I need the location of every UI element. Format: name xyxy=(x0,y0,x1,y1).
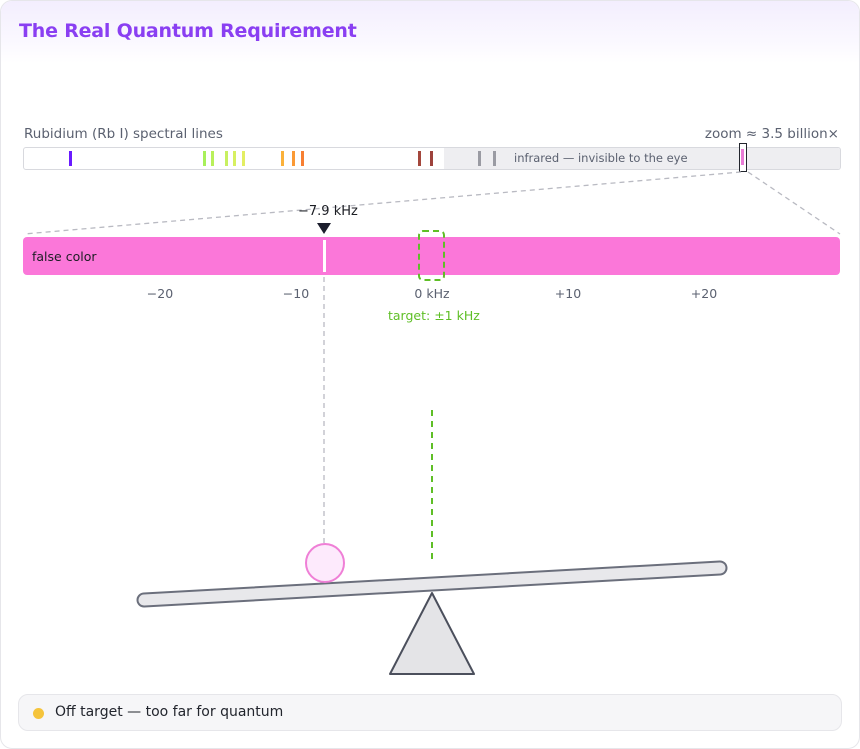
target-window xyxy=(418,230,445,281)
target-label: target: ±1 kHz xyxy=(388,308,480,323)
zoom-guide-right xyxy=(747,171,841,235)
frequency-marker[interactable] xyxy=(323,240,326,272)
marker-value: −7.9 kHz xyxy=(298,204,358,219)
axis-tick: +20 xyxy=(690,286,718,301)
zoom-guide-left xyxy=(23,171,742,235)
status-dot-icon xyxy=(33,708,44,719)
quantum-card: The Real Quantum Requirement Rubidium (R… xyxy=(0,0,860,749)
axis-tick: +10 xyxy=(554,286,582,301)
marker-pointer-icon xyxy=(317,223,331,234)
status-text: Off target — too far for quantum xyxy=(55,704,284,720)
seesaw-fulcrum xyxy=(389,592,475,675)
balance-ball xyxy=(305,543,345,583)
axis-tick: −10 xyxy=(282,286,310,301)
status-banner: Off target — too far for quantum xyxy=(18,694,842,731)
diagram-lines xyxy=(23,171,841,675)
axis-tick: −20 xyxy=(146,286,174,301)
axis-tick: 0 kHz xyxy=(414,286,450,301)
false-color-label: false color xyxy=(32,249,97,264)
